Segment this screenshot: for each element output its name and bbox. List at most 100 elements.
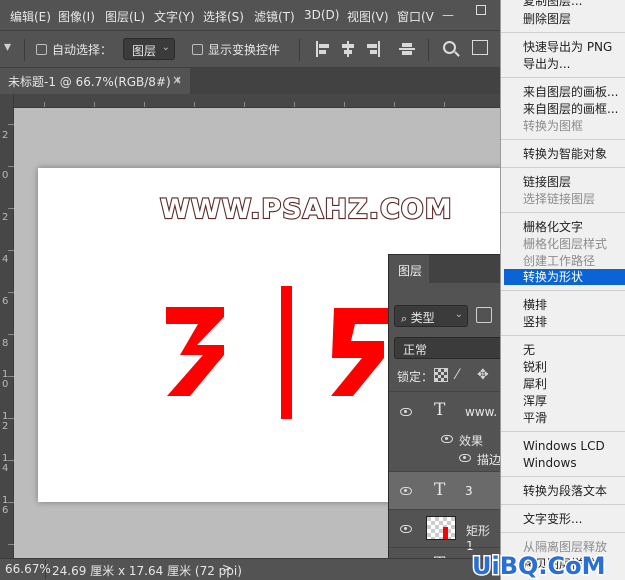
- menu-item-duplicate-layer[interactable]: 复制图层...: [504, 0, 625, 9]
- layer-effects-row[interactable]: 效果: [389, 431, 501, 449]
- eye-icon[interactable]: [441, 435, 453, 443]
- menu-item-copy-layer-style[interactable]: 拷贝图层样式: [504, 556, 625, 572]
- layer-filter-dropdown[interactable]: ⌕ 类型 ⌄: [394, 305, 468, 327]
- ruler-label: 1 0: [2, 369, 9, 390]
- headline-text[interactable]: WWW.PSAHZ.COM: [159, 193, 453, 226]
- menu-item-aa-sharp[interactable]: 锐利: [504, 359, 625, 375]
- auto-select-checkbox[interactable]: 自动选择：: [36, 41, 112, 58]
- chevron-down-icon: ⌄: [161, 42, 170, 53]
- menu-separator: [501, 504, 625, 505]
- stroke-effect-label: 描边: [477, 453, 502, 467]
- layer-row-selected[interactable]: T 3: [389, 471, 501, 509]
- menu-item-create-work-path: 创建工作路径: [523, 254, 596, 268]
- status-menu-arrow[interactable]: >: [222, 561, 232, 575]
- menu-item-link-layers[interactable]: 链接图层: [504, 174, 625, 190]
- maximize-icon[interactable]: [476, 5, 486, 15]
- minimize-icon[interactable]: —: [442, 8, 454, 22]
- eye-icon[interactable]: [400, 487, 412, 495]
- align-right-icon[interactable]: [365, 41, 381, 57]
- menu-item-aa-strong[interactable]: 浑厚: [504, 393, 625, 409]
- lock-position-icon[interactable]: ✥: [477, 368, 491, 382]
- divider: [299, 39, 300, 61]
- layers-panel-tabrow: 图层: [389, 255, 501, 283]
- menu-item-aa-none[interactable]: 无: [504, 342, 625, 358]
- numeral-3-shape[interactable]: [166, 307, 224, 396]
- align-center-icon[interactable]: [340, 41, 356, 57]
- menu-layer[interactable]: 图层(L): [105, 8, 145, 25]
- menu-item-convert-to-paragraph[interactable]: 转换为段落文本: [504, 483, 625, 499]
- menu-filter[interactable]: 滤镜(T): [254, 8, 295, 25]
- layers-tab[interactable]: 图层: [389, 255, 429, 283]
- menu-window[interactable]: 窗口(V: [397, 8, 434, 25]
- ruler-label: 8: [2, 338, 9, 349]
- menu-item-rasterize-type[interactable]: 栅格化文字: [504, 219, 625, 235]
- divider: [428, 39, 429, 61]
- menu-item-horizontal[interactable]: 横排: [504, 297, 625, 313]
- close-icon[interactable]: ×: [172, 73, 182, 87]
- eye-icon[interactable]: [400, 525, 412, 533]
- menu-item-aa-crisp[interactable]: 犀利: [504, 376, 625, 392]
- lock-transparent-icon[interactable]: [434, 368, 448, 382]
- menu-separator: [501, 32, 625, 33]
- menu-item-windows-lcd[interactable]: Windows LCD: [504, 438, 625, 454]
- auto-select-label: 自动选择：: [52, 43, 113, 57]
- menu-item-aa-smooth[interactable]: 平滑: [504, 410, 625, 426]
- divider-bar-shape[interactable]: [281, 286, 292, 419]
- menu-item-quick-export-png[interactable]: 快速导出为 PNG: [504, 39, 625, 55]
- layer-name: www.: [465, 405, 498, 419]
- menu-3d[interactable]: 3D(D): [304, 8, 339, 22]
- show-transform-checkbox[interactable]: 显示变换控件: [192, 41, 280, 58]
- layer-row[interactable]: 矩形 1: [389, 509, 501, 553]
- tool-preset-chevron-icon[interactable]: ▾: [4, 39, 11, 55]
- image-filter-icon[interactable]: [476, 307, 492, 323]
- checkbox-icon: [36, 44, 47, 55]
- eye-icon[interactable]: [459, 454, 471, 462]
- checkbox-icon: [192, 44, 203, 55]
- numeral-5-shape[interactable]: [331, 308, 388, 396]
- menu-separator: [501, 532, 625, 533]
- blend-mode-value: 正常: [403, 343, 428, 357]
- layer-row[interactable]: T www.: [389, 391, 501, 431]
- document-tab[interactable]: 未标题-1 @ 66.7%(RGB/8#) * ×: [0, 68, 190, 94]
- ruler-label: 1 6: [2, 495, 9, 516]
- layer-effect-stroke-row[interactable]: 描边: [389, 449, 501, 469]
- menu-item-delete-layer[interactable]: 删除图层: [504, 11, 625, 27]
- auto-select-value: 图层: [132, 44, 157, 58]
- ruler-label: 1 2: [2, 411, 9, 432]
- distribute-icon[interactable]: [399, 41, 415, 57]
- menu-image[interactable]: 图像(I): [58, 8, 95, 25]
- menu-item-windows[interactable]: Windows: [504, 455, 625, 471]
- menu-item-artboard-from-layers[interactable]: 来自图层的画板...: [504, 84, 625, 100]
- menu-item-convert-to-smart-object[interactable]: 转换为智能对象: [504, 146, 625, 162]
- ruler-label: 2: [2, 130, 9, 141]
- horizontal-ruler: [14, 94, 500, 108]
- layer-name: 3: [465, 484, 473, 498]
- lock-label: 锁定：: [397, 370, 434, 384]
- menu-item-convert-to-shape[interactable]: 转换为形状: [504, 269, 625, 285]
- menu-select[interactable]: 选择(S): [203, 8, 244, 25]
- menu-view[interactable]: 视图(V): [347, 8, 389, 25]
- menu-item-convert-to-frame: 转换为图框: [523, 119, 584, 133]
- workspace-icon[interactable]: [472, 40, 488, 55]
- menu-item-vertical[interactable]: 竖排: [504, 314, 625, 330]
- eye-icon[interactable]: [400, 408, 412, 416]
- menu-item-frame-from-layers[interactable]: 来自图层的画框...: [504, 101, 625, 117]
- layer-filter-value: 类型: [410, 311, 435, 325]
- filter-search-icon: ⌕: [401, 312, 411, 325]
- chevron-down-icon: ⌄: [454, 309, 463, 320]
- menu-item-export-as[interactable]: 导出为...: [504, 56, 625, 72]
- lock-brush-icon[interactable]: ⁄: [456, 368, 470, 382]
- vertical-ruler: 2 0 2 4 6 8 1 0 1 2 1 4 1 6: [0, 94, 14, 558]
- layer-thumbnail: [426, 516, 456, 540]
- blend-mode-dropdown[interactable]: 正常: [394, 337, 501, 359]
- menu-item-rasterize-layer-style: 栅格化图层样式: [523, 237, 608, 251]
- window-controls: —: [440, 0, 500, 30]
- document-info[interactable]: 24.69 厘米 x 17.64 厘米 (72 ppi): [52, 562, 242, 579]
- align-left-icon[interactable]: [315, 41, 331, 57]
- ruler-label: 1 4: [2, 453, 9, 474]
- menu-type[interactable]: 文字(Y): [154, 8, 195, 25]
- auto-select-dropdown[interactable]: 图层 ⌄: [123, 38, 175, 60]
- document-tab-bar: 未标题-1 @ 66.7%(RGB/8#) * ×: [0, 68, 500, 94]
- menu-item-warp-text[interactable]: 文字变形...: [504, 511, 625, 527]
- menu-edit[interactable]: 编辑(E): [10, 8, 51, 25]
